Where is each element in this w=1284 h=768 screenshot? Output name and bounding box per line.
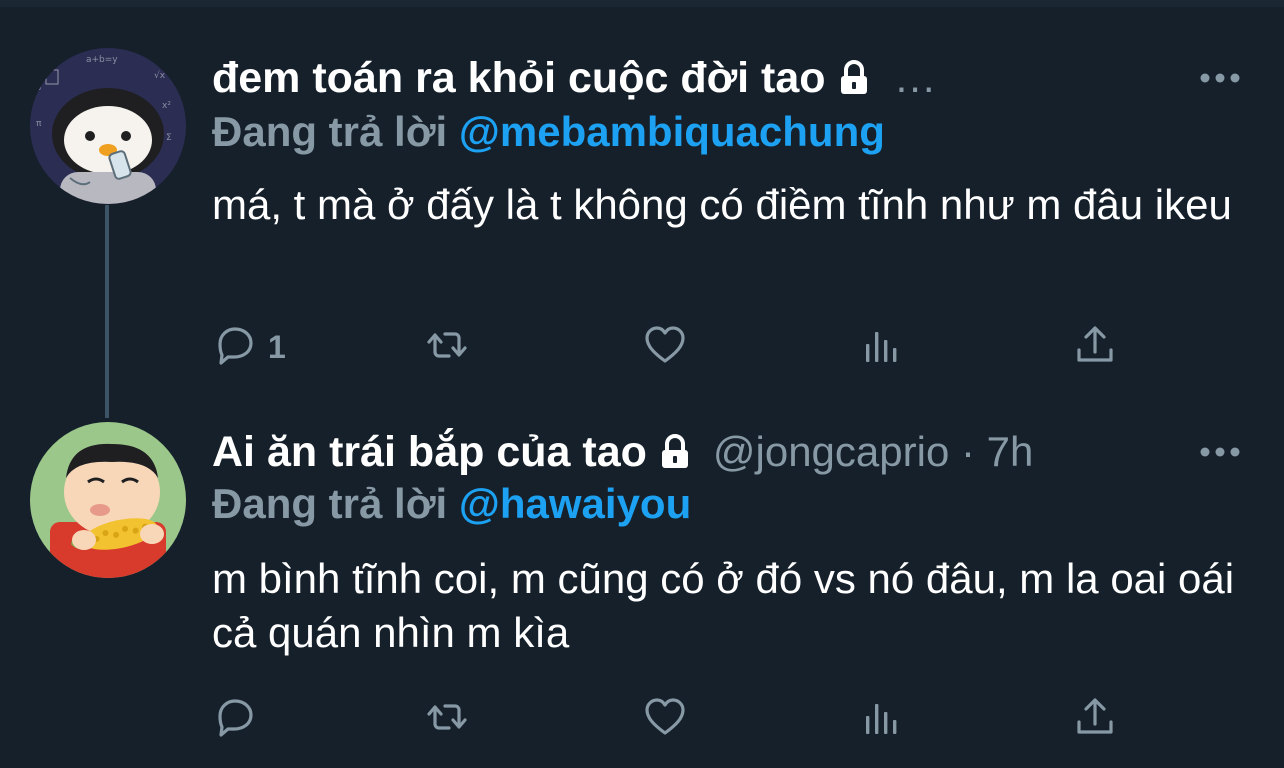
tweet-text: m bình tĩnh coi, m cũng có ở đó vs nó đâ… — [212, 555, 1235, 656]
tweet-text: má, t mà ở đấy là t không có điềm tĩnh n… — [212, 181, 1232, 228]
lock-icon — [655, 432, 695, 472]
share-icon — [1072, 694, 1118, 745]
reply-button[interactable] — [212, 694, 268, 744]
reply-button[interactable]: 1 — [212, 322, 286, 372]
retweet-button[interactable] — [424, 322, 470, 372]
svg-text:Σ: Σ — [166, 133, 172, 143]
more-icon[interactable] — [1198, 68, 1242, 88]
replying-to: Đang trả lời @hawaiyou — [212, 480, 691, 528]
svg-text:∫: ∫ — [38, 81, 43, 91]
tweet-header: Ai ăn trái bắp của tao @jongcaprio · 7h — [212, 422, 1033, 482]
share-icon — [1072, 322, 1118, 373]
replying-to-label: Đang trả lời — [212, 480, 448, 527]
reply-handle-link[interactable]: @hawaiyou — [459, 480, 691, 527]
svg-text:√x: √x — [154, 70, 166, 81]
display-name[interactable]: đem toán ra khỏi cuộc đời tao — [212, 54, 826, 103]
display-name[interactable]: Ai ăn trái bắp của tao — [212, 428, 647, 477]
share-button[interactable] — [1072, 694, 1118, 744]
retweet-icon — [424, 322, 470, 373]
reply-handle-link[interactable]: @mebambiquachung — [459, 108, 885, 155]
reply-icon — [212, 322, 258, 373]
lock-icon — [834, 58, 874, 98]
replying-to: Đang trả lời @mebambiquachung — [212, 108, 885, 156]
like-button[interactable] — [642, 322, 688, 372]
analytics-icon — [858, 694, 904, 745]
analytics-icon — [858, 322, 904, 373]
analytics-button[interactable] — [858, 322, 904, 372]
tweet-actions — [212, 694, 1212, 744]
thread-view: a+b=y ∫ √x x² π Σ đem toán ra khỏi cuộc … — [0, 0, 1284, 768]
handle-meta: ... — [895, 54, 937, 101]
tweet[interactable]: Ai ăn trái bắp của tao @jongcaprio · 7h … — [0, 400, 1284, 768]
heart-icon — [642, 694, 688, 745]
analytics-button[interactable] — [858, 694, 904, 744]
retweet-button[interactable] — [424, 694, 470, 744]
tweet-actions: 1 — [212, 322, 1212, 372]
like-button[interactable] — [642, 694, 688, 744]
penguin-avatar[interactable]: a+b=y ∫ √x x² π Σ — [30, 48, 186, 204]
replying-to-label: Đang trả lời — [212, 108, 448, 155]
heart-icon — [642, 322, 688, 373]
svg-text:a+b=y: a+b=y — [86, 55, 118, 65]
retweet-icon — [424, 694, 470, 745]
tweet[interactable]: a+b=y ∫ √x x² π Σ đem toán ra khỏi cuộc … — [0, 0, 1284, 400]
cartoon-boy-corn-avatar[interactable] — [30, 422, 186, 578]
handle-and-timestamp: @jongcaprio · 7h — [712, 428, 1034, 475]
reply-icon — [212, 694, 258, 745]
reply-count: 1 — [268, 328, 286, 365]
svg-text:π: π — [36, 119, 42, 129]
tweet-header: đem toán ra khỏi cuộc đời tao ... — [212, 48, 937, 108]
svg-text:x²: x² — [162, 101, 171, 111]
more-icon[interactable] — [1198, 442, 1242, 462]
share-button[interactable] — [1072, 322, 1118, 372]
